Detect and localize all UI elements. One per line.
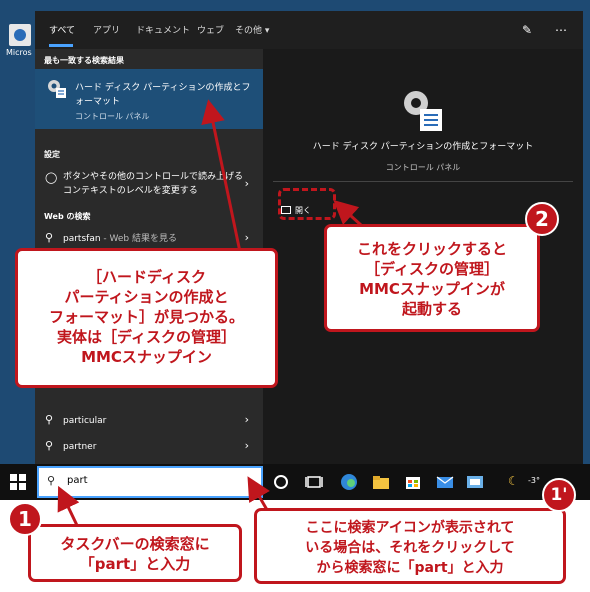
callout-step1: タスクバーの検索窓に 「part」と入力	[28, 524, 242, 582]
callout-line: 起動する	[401, 300, 462, 318]
callout-line: から検索窓に「part」と入力	[316, 560, 504, 576]
callout-line: これをクリックすると	[356, 240, 507, 258]
callout-line: いる場合は、それをクリックして	[305, 540, 515, 556]
callout-line: タスクバーの検索窓に	[60, 535, 210, 553]
callout-line: パーティションの作成と	[64, 288, 229, 306]
callout-line: ［ディスクの管理］	[365, 260, 499, 278]
callout-step1-prime: ここに検索アイコンが表示されて いる場合は、それをクリックして から検索窓に「p…	[254, 508, 566, 584]
callout-line: 「part」と入力	[79, 555, 191, 573]
callout-line: ここに検索アイコンが表示されて	[305, 520, 515, 536]
callout-best-match: ［ハードディスク パーティションの作成と フォーマット］が見つかる。 実体は［デ…	[15, 248, 278, 388]
step-badge-1-prime: 1'	[542, 478, 576, 512]
callout-line: MMCスナップインが	[359, 280, 505, 298]
step-badge-1: 1	[8, 502, 42, 536]
step-badge-2: 2	[525, 202, 559, 236]
callout-line: MMCスナップイン	[81, 348, 212, 366]
callout-line: 実体は［ディスクの管理］	[57, 328, 236, 346]
callout-line: ［ハードディスク	[87, 268, 206, 286]
callout-step2: これをクリックすると ［ディスクの管理］ MMCスナップインが 起動する	[324, 224, 540, 332]
callout-line: フォーマット］が見つかる。	[48, 308, 244, 326]
